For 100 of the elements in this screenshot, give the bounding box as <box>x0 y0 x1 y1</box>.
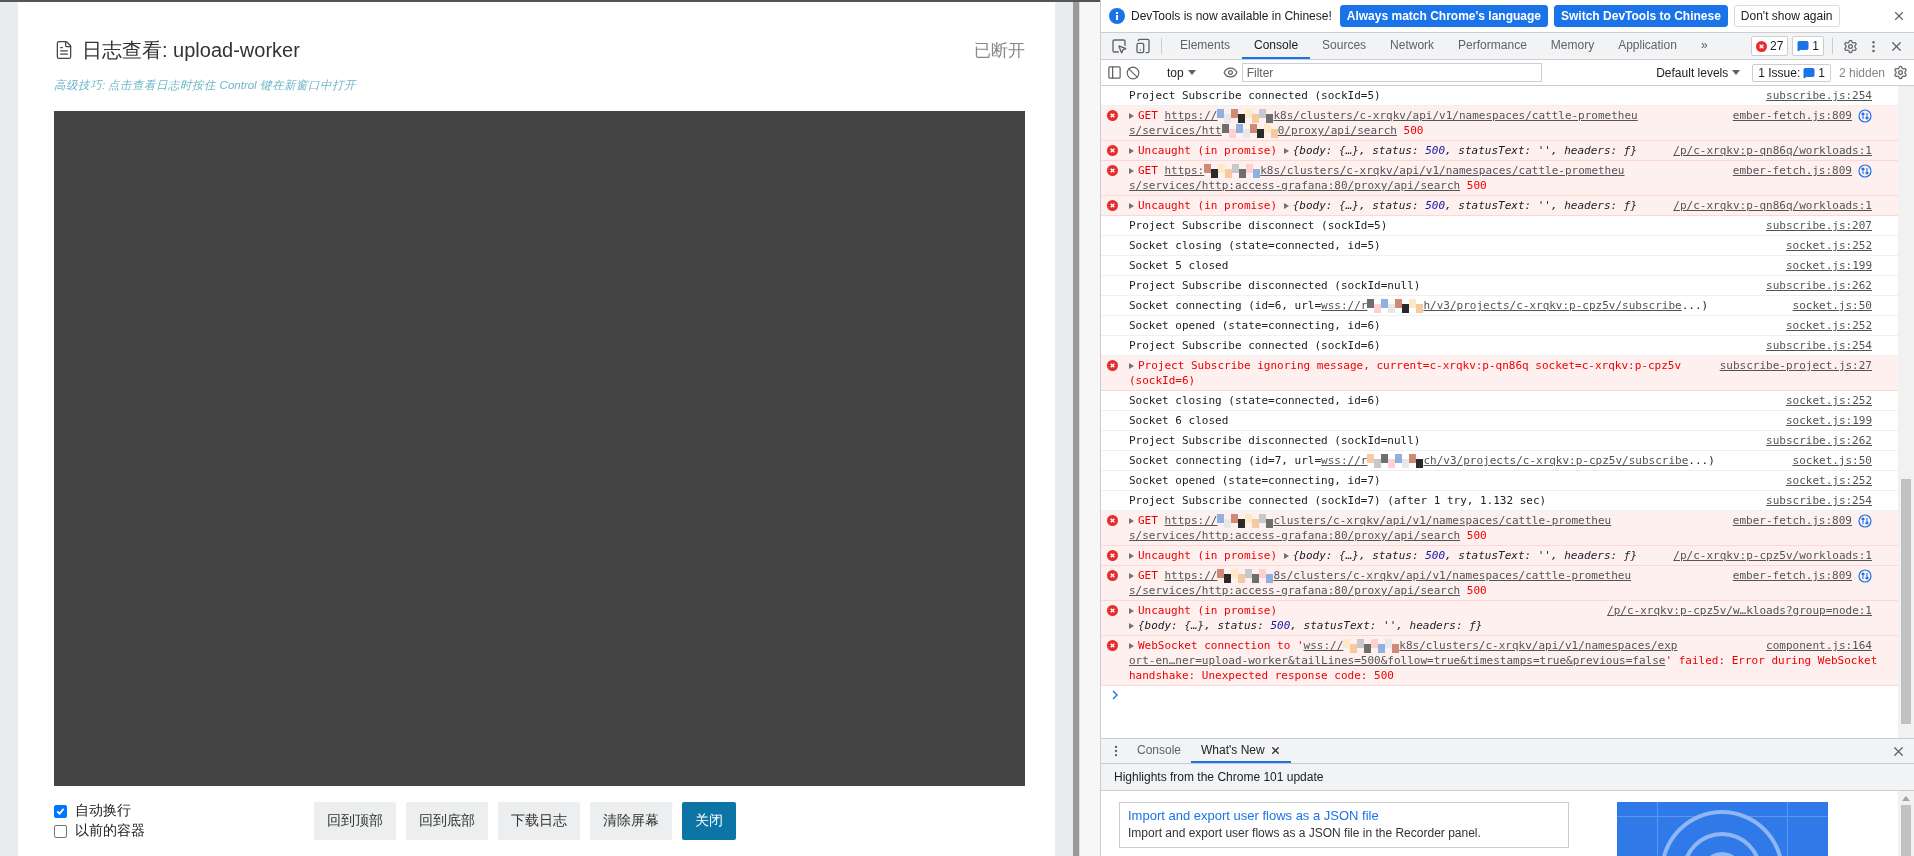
source-link[interactable]: subscribe-project.js:27 <box>1719 358 1872 373</box>
circled-arrows-icon[interactable] <box>1858 108 1872 123</box>
expand-triangle-icon[interactable] <box>1129 112 1134 119</box>
panel-tab[interactable]: Sources <box>1310 33 1379 59</box>
close-icon[interactable] <box>1892 9 1906 23</box>
url-link[interactable]: s/services/http:access-grafana:80/proxy/api/search <box>1129 583 1461 598</box>
source-link[interactable]: ember-fetch.js:809 <box>1732 513 1852 528</box>
issues-button[interactable]: 1 Issue: 1 <box>1752 63 1831 82</box>
message-count-badge[interactable]: 1 <box>1792 36 1824 56</box>
url-link[interactable]: wss://r <box>1321 453 1368 468</box>
source-link[interactable]: ember-fetch.js:809 <box>1732 108 1852 123</box>
expand-triangle-icon[interactable] <box>1129 147 1134 154</box>
url-link[interactable]: https: <box>1164 163 1205 178</box>
expand-triangle-icon[interactable] <box>1283 202 1289 209</box>
url-link[interactable]: s/services/http:access-grafana:80/proxy/api/search <box>1129 528 1461 543</box>
expand-triangle-icon[interactable] <box>1283 552 1289 559</box>
circled-arrows-icon[interactable] <box>1858 513 1872 528</box>
source-link[interactable]: socket.js:50 <box>1792 298 1872 313</box>
source-link[interactable]: socket.js:252 <box>1785 238 1872 253</box>
panel-tab[interactable]: Performance <box>1446 33 1539 59</box>
source-link[interactable]: subscribe.js:207 <box>1766 218 1872 233</box>
source-link[interactable]: subscribe.js:254 <box>1766 493 1872 508</box>
url-link[interactable]: k8s/clusters/c-xrqkv/api/v1/namespaces/exp <box>1399 638 1678 653</box>
dialog-button[interactable]: 清除屏幕 <box>590 802 672 840</box>
settings-icon[interactable] <box>1893 65 1908 80</box>
url-link[interactable]: 8s/clusters/c-xrqkv/api/v1/namespaces/cattle-prometheu <box>1273 568 1632 583</box>
url-link[interactable]: wss:// <box>1303 638 1344 653</box>
source-link[interactable]: subscribe.js:254 <box>1766 88 1872 103</box>
source-link[interactable]: socket.js:199 <box>1785 413 1872 428</box>
panel-tab[interactable]: Network <box>1378 33 1447 59</box>
expand-triangle-icon[interactable] <box>1129 552 1134 559</box>
source-link[interactable]: /p/c-xrqkv:p-cpz5v/workloads:1 <box>1673 548 1872 563</box>
infobar-button[interactable]: Switch DevTools to Chinese <box>1554 5 1728 27</box>
url-link[interactable]: k8s/clusters/c-xrqkv/api/v1/namespaces/cattle-prometheu <box>1260 163 1625 178</box>
scrollbar[interactable] <box>1898 791 1914 856</box>
eye-icon[interactable] <box>1222 65 1238 80</box>
filter-field[interactable]: Filter <box>1241 63 1542 82</box>
page-scrollbar[interactable] <box>1073 2 1079 856</box>
source-link[interactable]: component.js:164 <box>1766 638 1872 653</box>
checkbox[interactable] <box>54 804 67 818</box>
expand-triangle-icon[interactable] <box>1129 202 1134 209</box>
source-link[interactable]: socket.js:252 <box>1785 318 1872 333</box>
panel-tab[interactable]: Console <box>1242 33 1311 59</box>
settings-icon[interactable] <box>1843 38 1858 54</box>
source-link[interactable]: socket.js:252 <box>1785 473 1872 488</box>
url-link[interactable]: h/v3/projects/c-xrqkv:p-cpz5v/subscribe <box>1423 298 1682 313</box>
expand-triangle-icon[interactable] <box>1129 607 1134 614</box>
dialog-button[interactable]: 下载日志 <box>498 802 580 840</box>
source-link[interactable]: socket.js:50 <box>1792 453 1872 468</box>
url-link[interactable]: https:// <box>1164 568 1218 583</box>
close-icon[interactable] <box>1269 744 1281 756</box>
expand-triangle-icon[interactable] <box>1129 167 1134 174</box>
sidebar-icon[interactable] <box>1107 65 1122 80</box>
panel-tab[interactable]: Application <box>1606 33 1689 59</box>
expand-triangle-icon[interactable] <box>1129 642 1134 649</box>
expand-triangle-icon[interactable] <box>1129 572 1134 579</box>
feature-link[interactable]: Import and export user flows as a JSON file <box>1128 806 1560 825</box>
more-tabs-button[interactable]: » <box>1688 33 1720 59</box>
checkbox[interactable] <box>54 824 67 838</box>
source-link[interactable]: subscribe.js:262 <box>1766 278 1872 293</box>
source-link[interactable]: /p/c-xrqkv:p-qn86q/workloads:1 <box>1673 143 1872 158</box>
device-toolbar-icon[interactable] <box>1135 38 1151 54</box>
error-count-badge[interactable]: 27 <box>1750 36 1789 56</box>
feature-card[interactable]: Import and export user flows as a JSON file Import and export user flows as a JSON file in the Recorder panel. <box>1119 802 1569 848</box>
url-link[interactable]: ort-en…ner=upload-worker&tailLines=500&follow=true&timestamps=true&previous=false <box>1129 653 1666 668</box>
scrollbar[interactable] <box>1898 86 1914 738</box>
source-link[interactable]: subscribe.js:262 <box>1766 433 1872 448</box>
panel-tab[interactable]: Elements <box>1168 33 1243 59</box>
source-link[interactable]: ember-fetch.js:809 <box>1732 568 1852 583</box>
source-link[interactable]: subscribe.js:254 <box>1766 338 1872 353</box>
url-link[interactable]: wss://r <box>1321 298 1368 313</box>
panel-tab[interactable]: Memory <box>1538 33 1607 59</box>
source-link[interactable]: /p/c-xrqkv:p-cpz5v/w…kloads?group=node:1 <box>1607 603 1872 618</box>
infobar-button[interactable]: Don't show again <box>1733 5 1840 27</box>
url-link[interactable]: k8s/clusters/c-xrqkv/api/v1/namespaces/cattle-prometheu <box>1273 108 1638 123</box>
circled-arrows-icon[interactable] <box>1858 568 1872 583</box>
clear-console-icon[interactable] <box>1126 65 1140 80</box>
expand-triangle-icon[interactable] <box>1283 147 1289 154</box>
expand-triangle-icon[interactable] <box>1129 362 1134 369</box>
url-link[interactable]: https:// <box>1164 513 1218 528</box>
expand-triangle-icon[interactable] <box>1129 517 1134 524</box>
drawer-tab[interactable]: Console <box>1127 739 1192 763</box>
source-link[interactable]: socket.js:252 <box>1785 393 1872 408</box>
source-link[interactable]: socket.js:199 <box>1785 258 1872 273</box>
infobar-button[interactable]: Always match Chrome's language <box>1339 5 1549 27</box>
url-link[interactable]: https:// <box>1164 108 1218 123</box>
url-link[interactable]: ch/v3/projects/c-xrqkv:p-cpz5v/subscribe <box>1423 453 1689 468</box>
dialog-button[interactable]: 回到底部 <box>406 802 488 840</box>
url-link[interactable]: s/services/htt <box>1129 123 1222 138</box>
circled-arrows-icon[interactable] <box>1858 163 1872 178</box>
dialog-button[interactable]: 关闭 <box>682 802 736 840</box>
url-link[interactable]: clusters/c-xrqkv/api/v1/namespaces/cattle-prometheu <box>1273 513 1612 528</box>
levels-dropdown[interactable]: Default levels <box>1648 65 1749 80</box>
source-link[interactable]: /p/c-xrqkv:p-qn86q/workloads:1 <box>1673 198 1872 213</box>
dialog-button[interactable]: 回到顶部 <box>314 802 396 840</box>
context-dropdown[interactable]: top <box>1161 65 1202 80</box>
url-link[interactable]: 0/proxy/api/search <box>1277 123 1397 138</box>
expand-triangle-icon[interactable] <box>1129 622 1134 629</box>
source-link[interactable]: ember-fetch.js:809 <box>1732 163 1852 178</box>
inspect-icon[interactable] <box>1111 38 1127 54</box>
